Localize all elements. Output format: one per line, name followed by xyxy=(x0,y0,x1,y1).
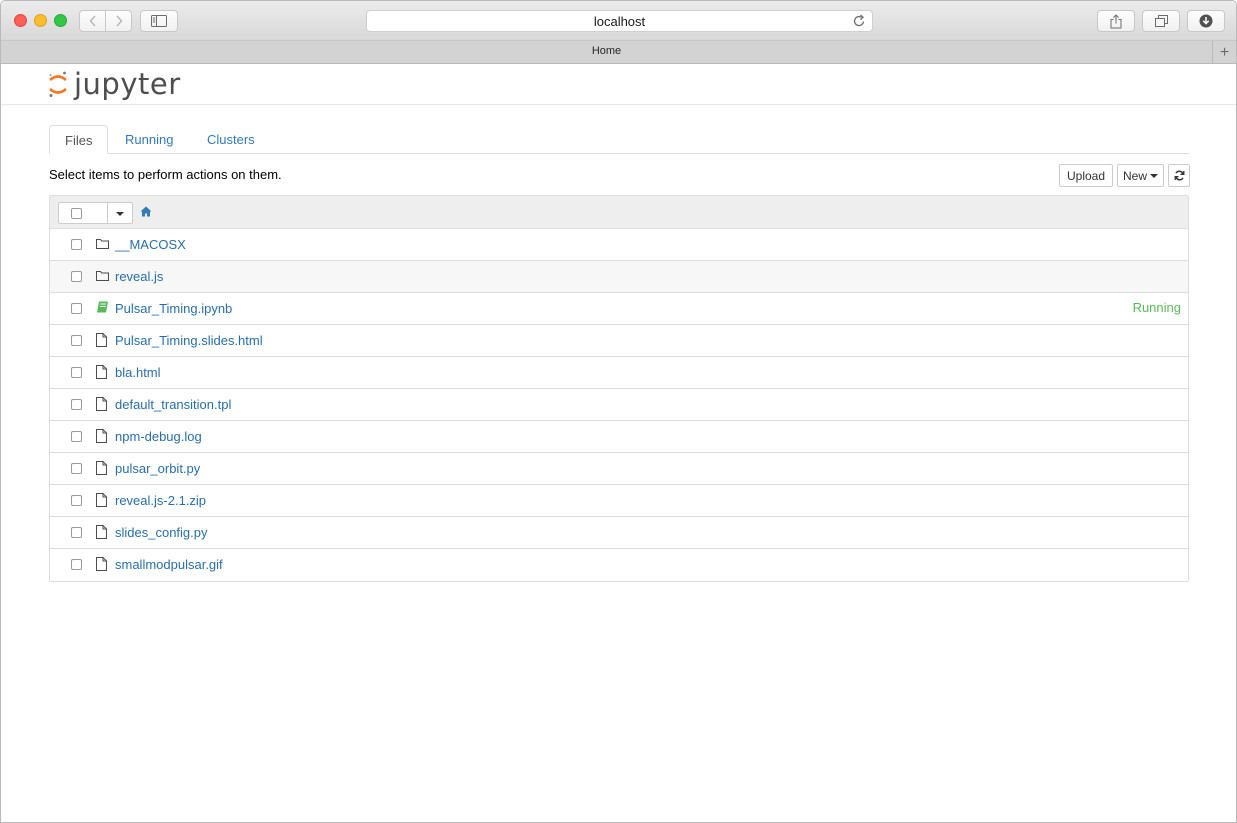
new-tab-button[interactable]: + xyxy=(1212,41,1236,64)
downloads-button[interactable] xyxy=(1187,10,1225,32)
reload-icon[interactable] xyxy=(853,14,866,31)
caret-down-icon xyxy=(1150,173,1158,178)
file-name-link[interactable]: slides_config.py xyxy=(115,525,208,540)
file-row[interactable]: smallmodpulsar.gif xyxy=(50,549,1188,581)
file-row[interactable]: reveal.js xyxy=(50,261,1188,293)
file-rows: __MACOSX reveal.js Pulsar_Timing.ipynb Runn… xyxy=(50,229,1188,581)
file-icon xyxy=(96,493,107,510)
close-window-button[interactable] xyxy=(14,14,27,27)
file-name-link[interactable]: npm-debug.log xyxy=(115,429,202,444)
file-name-link[interactable]: Pulsar_Timing.slides.html xyxy=(115,333,263,348)
home-icon[interactable] xyxy=(140,205,152,220)
row-checkbox[interactable] xyxy=(71,303,82,314)
file-name-link[interactable]: reveal.js xyxy=(115,269,163,284)
file-row[interactable]: __MACOSX xyxy=(50,229,1188,261)
file-name-link[interactable]: __MACOSX xyxy=(115,237,186,252)
new-label: New xyxy=(1122,168,1147,183)
selection-hint: Select items to perform actions on them. xyxy=(49,167,282,182)
file-name-link[interactable]: Pulsar_Timing.ipynb xyxy=(115,301,232,316)
select-menu-caret-icon[interactable] xyxy=(116,212,124,216)
jupyter-logo-icon xyxy=(49,71,67,97)
file-name-link[interactable]: pulsar_orbit.py xyxy=(115,461,200,476)
refresh-icon xyxy=(1174,170,1184,181)
select-all-control[interactable] xyxy=(58,202,133,224)
file-name-link[interactable]: reveal.js-2.1.zip xyxy=(115,493,206,508)
show-all-tabs-button[interactable] xyxy=(1142,10,1180,32)
file-name-link[interactable]: default_transition.tpl xyxy=(115,397,231,412)
show-sidebar-button[interactable] xyxy=(140,10,178,32)
file-row[interactable]: bla.html xyxy=(50,357,1188,389)
file-row[interactable]: Pulsar_Timing.slides.html xyxy=(50,325,1188,357)
minimize-window-button[interactable] xyxy=(34,14,47,27)
row-checkbox[interactable] xyxy=(71,399,82,410)
file-icon xyxy=(96,429,107,446)
file-list: __MACOSX reveal.js Pulsar_Timing.ipynb Runn… xyxy=(49,195,1189,582)
browser-toolbar: localhost xyxy=(1,1,1236,41)
notebook-icon xyxy=(96,301,109,316)
share-icon xyxy=(1110,13,1122,28)
file-row[interactable]: slides_config.py xyxy=(50,517,1188,549)
jupyter-logo[interactable]: jupyter xyxy=(48,69,181,99)
sidebar-icon xyxy=(151,15,167,27)
row-checkbox[interactable] xyxy=(71,335,82,346)
file-icon xyxy=(96,557,107,574)
tab-files[interactable]: Files xyxy=(49,125,109,154)
row-checkbox[interactable] xyxy=(71,271,82,282)
file-icon xyxy=(96,365,107,382)
row-checkbox[interactable] xyxy=(71,495,82,506)
address-bar[interactable]: localhost xyxy=(366,10,873,32)
file-list-header xyxy=(50,196,1188,229)
chevron-right-icon xyxy=(115,15,122,27)
row-checkbox[interactable] xyxy=(71,367,82,378)
upload-label: Upload xyxy=(1066,168,1106,183)
row-checkbox[interactable] xyxy=(71,527,82,538)
file-row[interactable]: default_transition.tpl xyxy=(50,389,1188,421)
forward-button[interactable] xyxy=(105,10,132,32)
running-status: Running xyxy=(1132,300,1181,315)
row-checkbox[interactable] xyxy=(71,559,82,570)
row-checkbox[interactable] xyxy=(71,431,82,442)
browser-tab-bar: Home + xyxy=(1,41,1236,64)
browser-window: localhost Home + jupyter Files Running C… xyxy=(0,0,1237,823)
folder-icon xyxy=(96,269,109,284)
file-icon xyxy=(96,525,107,542)
file-icon xyxy=(96,333,107,350)
new-dropdown-button[interactable]: New xyxy=(1117,164,1164,187)
jupyter-header: jupyter xyxy=(1,65,1236,105)
tab-running[interactable]: Running xyxy=(110,125,188,154)
logo-text: jupyter xyxy=(74,67,181,101)
file-name-link[interactable]: smallmodpulsar.gif xyxy=(115,557,223,572)
file-name-link[interactable]: bla.html xyxy=(115,365,161,380)
address-text: localhost xyxy=(593,13,646,29)
download-icon xyxy=(1199,14,1213,28)
file-icon xyxy=(96,397,107,414)
tab-strip: Files Running Clusters xyxy=(49,125,1189,154)
browser-tab[interactable]: Home xyxy=(1,45,1212,57)
upload-button[interactable]: Upload xyxy=(1059,164,1113,187)
back-button[interactable] xyxy=(79,10,106,32)
chevron-left-icon xyxy=(89,15,96,27)
select-divider xyxy=(107,203,108,223)
refresh-button[interactable] xyxy=(1168,164,1190,187)
tab-clusters[interactable]: Clusters xyxy=(192,125,270,154)
zoom-window-button[interactable] xyxy=(54,14,67,27)
file-row[interactable]: pulsar_orbit.py xyxy=(50,453,1188,485)
tabs-icon xyxy=(1154,15,1168,27)
file-icon xyxy=(96,461,107,478)
folder-icon xyxy=(96,237,109,252)
select-all-checkbox[interactable] xyxy=(71,208,82,219)
row-checkbox[interactable] xyxy=(71,239,82,250)
row-checkbox[interactable] xyxy=(71,463,82,474)
share-button[interactable] xyxy=(1097,10,1135,32)
file-row[interactable]: npm-debug.log xyxy=(50,421,1188,453)
file-row[interactable]: Pulsar_Timing.ipynb Running xyxy=(50,293,1188,325)
file-row[interactable]: reveal.js-2.1.zip xyxy=(50,485,1188,517)
